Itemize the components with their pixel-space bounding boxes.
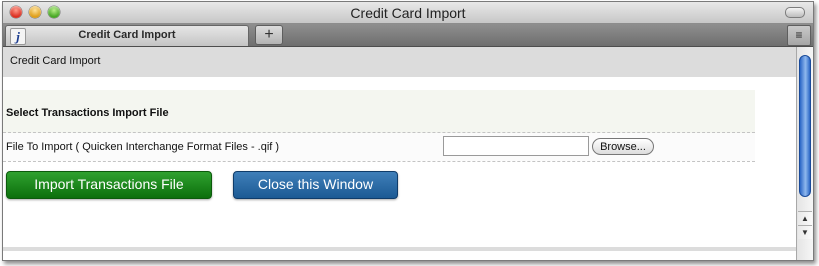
tab-strip: j Credit Card Import + ≡ [3, 24, 813, 47]
window-title: Credit Card Import [350, 5, 466, 21]
tab-label: Credit Card Import [78, 29, 176, 41]
browse-button[interactable]: Browse... [592, 138, 654, 155]
scroll-up-arrow-icon[interactable]: ▲ [798, 211, 812, 225]
scrollbar-thumb[interactable] [799, 55, 811, 197]
vertical-scrollbar[interactable]: ▲ ▼ [796, 47, 813, 260]
divider [3, 161, 755, 162]
title-bar: Credit Card Import [3, 2, 813, 24]
file-path-input[interactable] [443, 136, 589, 156]
page-footer-band [3, 247, 796, 251]
scroll-down-arrow-icon[interactable]: ▼ [798, 225, 812, 239]
page-header-band: Credit Card Import [3, 47, 796, 77]
toolbar-toggle-button[interactable] [785, 7, 805, 18]
new-tab-button[interactable]: + [255, 25, 283, 45]
section-title: Select Transactions Import File [6, 107, 169, 119]
browser-window: Credit Card Import j Credit Card Import … [2, 1, 814, 261]
close-window-button[interactable]: Close this Window [233, 171, 398, 199]
page-content: Credit Card Import Select Transactions I… [3, 47, 796, 260]
import-transactions-button[interactable]: Import Transactions File [6, 171, 212, 199]
tab-credit-card-import[interactable]: j Credit Card Import [5, 25, 249, 46]
tab-list-menu-icon[interactable]: ≡ [787, 25, 811, 46]
page-title: Credit Card Import [10, 55, 101, 67]
file-to-import-label: File To Import ( Quicken Interchange For… [6, 141, 280, 153]
